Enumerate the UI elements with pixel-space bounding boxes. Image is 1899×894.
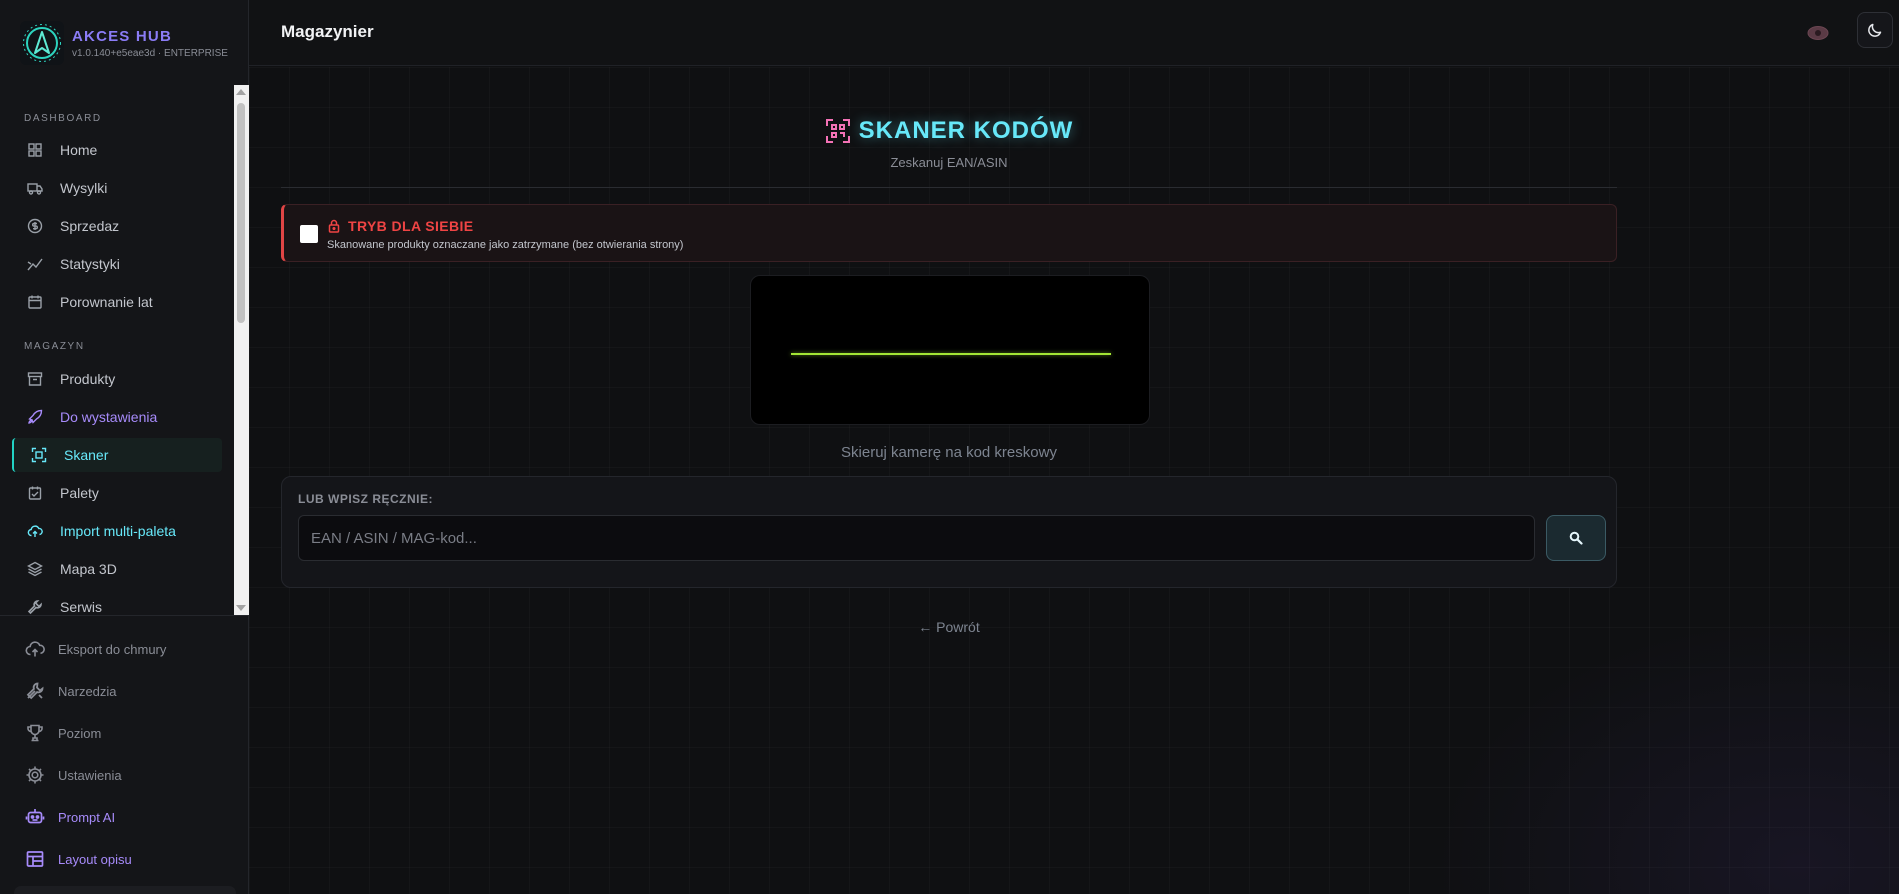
grid-icon <box>26 141 44 159</box>
sidebar-item-narzedzia[interactable]: Narzedzia <box>24 677 117 705</box>
sidebar-item-label: Wysylki <box>60 180 108 196</box>
sidebar-item-home[interactable]: Home <box>12 133 222 167</box>
sidebar-item-wysylki[interactable]: Wysylki <box>12 171 222 205</box>
sidebar-item-label: Narzedzia <box>58 683 117 699</box>
sidebar-item-label: Home <box>60 142 98 158</box>
sidebar-item-porownanie-lat[interactable]: Porownanie lat <box>12 285 222 319</box>
sidebar-item-label: Ustawienia <box>58 767 122 783</box>
brand-title: AKCES HUB <box>72 27 172 45</box>
sidebar-item-label: Serwis <box>60 599 103 615</box>
sidebar-item-label: Statystyki <box>60 256 120 272</box>
sidebar-item-import-multi-paleta[interactable]: Import multi-paleta <box>12 514 222 548</box>
sidebar-item-eksport[interactable]: Eksport do chmury <box>24 635 166 663</box>
cloud-upload-icon <box>26 522 44 540</box>
scrollbar-thumb[interactable] <box>237 103 245 323</box>
sidebar-item-label: Sprzedaz <box>60 218 120 234</box>
scan-icon <box>30 446 48 464</box>
manual-entry-panel: LUB WPISZ RĘCZNIE: <box>281 476 1617 588</box>
sidebar-item-ustawienia[interactable]: Ustawienia <box>24 761 122 789</box>
sidebar-item-label: Skaner <box>64 447 109 463</box>
moon-icon <box>1868 23 1882 37</box>
gear-icon <box>24 764 46 786</box>
sidebar-item-produkty[interactable]: Produkty <box>12 362 222 396</box>
sidebar-item-label: Do wystawienia <box>60 409 158 425</box>
trophy-icon <box>24 722 46 744</box>
barcode-scan-icon <box>825 119 850 143</box>
sidebar-item-label: Porownanie lat <box>60 294 153 310</box>
sidebar-item-palety[interactable]: Palety <box>12 476 222 510</box>
scanner-subtitle: Zeskanuj EAN/ASIN <box>890 155 1008 170</box>
camera-hint: Skieruj kamerę na kod kreskowy <box>841 444 1057 461</box>
search-icon <box>1569 531 1583 545</box>
sidebar: AKCES HUB v1.0.140+e5eae3d · ENTERPRISE … <box>0 0 249 894</box>
brand-logo-icon <box>20 21 64 65</box>
section-label-magazyn: MAGAZYN <box>24 341 85 352</box>
sidebar-item-prompt-ai[interactable]: Prompt AI <box>24 803 115 831</box>
layers-icon <box>26 560 44 578</box>
pallet-icon <box>26 484 44 502</box>
brand-version: v1.0.140+e5eae3d · ENTERPRISE <box>72 47 228 59</box>
main-content: SKANER KODÓW Zeskanuj EAN/ASIN TRYB DLA … <box>249 67 1899 894</box>
eye-icon[interactable] <box>1806 22 1830 44</box>
sidebar-item-label: Palety <box>60 485 99 501</box>
divider <box>281 187 1617 188</box>
manual-entry-label: LUB WPISZ RĘCZNIE: <box>298 492 433 506</box>
dollar-icon <box>26 217 44 235</box>
theme-toggle-button[interactable] <box>1857 12 1893 48</box>
scroll-up-icon[interactable] <box>236 89 246 95</box>
lock-icon <box>328 219 340 233</box>
page-title: Magazynier <box>281 22 374 41</box>
layout-icon <box>24 848 46 870</box>
scanner-header: SKANER KODÓW Zeskanuj EAN/ASIN <box>249 117 1649 170</box>
rocket-icon <box>26 408 44 426</box>
sidebar-nav: DASHBOARD Home Wysylki Sprzedaz Statysty… <box>0 85 249 615</box>
chart-line-icon <box>26 255 44 273</box>
sidebar-item-label: Poziom <box>58 725 102 741</box>
manual-search-button[interactable] <box>1546 515 1606 561</box>
cloud-upload-icon <box>24 638 46 660</box>
user-panel-edge <box>14 886 236 894</box>
sidebar-bottom-nav: Eksport do chmury Narzedzia Poziom Ustaw… <box>0 615 249 894</box>
camera-preview[interactable] <box>750 275 1150 425</box>
sidebar-item-sprzedaz[interactable]: Sprzedaz <box>12 209 222 243</box>
sidebar-item-label: Import multi-paleta <box>60 523 176 539</box>
sidebar-item-poziom[interactable]: Poziom <box>24 719 101 747</box>
background-glow <box>1399 594 1899 894</box>
self-mode-title: TRYB DLA SIEBIE <box>327 218 474 234</box>
sidebar-item-layout-opisu[interactable]: Layout opisu <box>24 845 132 873</box>
self-mode-description: Skanowane produkty oznaczane jako zatrzy… <box>327 239 684 251</box>
sidebar-scrollbar[interactable] <box>234 85 249 615</box>
scan-line <box>791 353 1111 355</box>
sidebar-item-do-wystawienia[interactable]: Do wystawienia <box>12 400 222 434</box>
scanner-title-text: SKANER KODÓW <box>858 117 1074 144</box>
sidebar-item-label: Produkty <box>60 371 116 387</box>
sidebar-item-statystyki[interactable]: Statystyki <box>12 247 222 281</box>
sidebar-item-mapa-3d[interactable]: Mapa 3D <box>12 552 222 586</box>
sidebar-item-label: Eksport do chmury <box>58 641 167 657</box>
sidebar-item-label: Mapa 3D <box>60 561 117 577</box>
back-link[interactable]: ← Powrót <box>249 619 1649 635</box>
robot-icon <box>24 806 46 828</box>
self-mode-title-text: TRYB DLA SIEBIE <box>348 218 474 234</box>
archive-icon <box>26 370 44 388</box>
tools-icon <box>24 680 46 702</box>
manual-code-input[interactable] <box>298 515 1535 561</box>
sidebar-item-skaner[interactable]: Skaner <box>12 438 222 472</box>
sidebar-item-label: Prompt AI <box>58 809 116 825</box>
self-mode-panel: TRYB DLA SIEBIE Skanowane produkty oznac… <box>281 204 1617 262</box>
scanner-title: SKANER KODÓW <box>825 117 1074 145</box>
brand[interactable]: AKCES HUB v1.0.140+e5eae3d · ENTERPRISE <box>20 20 228 66</box>
scroll-down-icon[interactable] <box>236 605 246 611</box>
sidebar-item-label: Layout opisu <box>58 851 132 867</box>
wrench-icon <box>26 598 44 615</box>
truck-icon <box>26 179 44 197</box>
sidebar-item-serwis[interactable]: Serwis <box>12 590 222 615</box>
topbar: Magazynier <box>249 0 1899 66</box>
self-mode-checkbox[interactable] <box>300 225 318 243</box>
calendar-icon <box>26 293 44 311</box>
section-label-dashboard: DASHBOARD <box>24 113 102 124</box>
